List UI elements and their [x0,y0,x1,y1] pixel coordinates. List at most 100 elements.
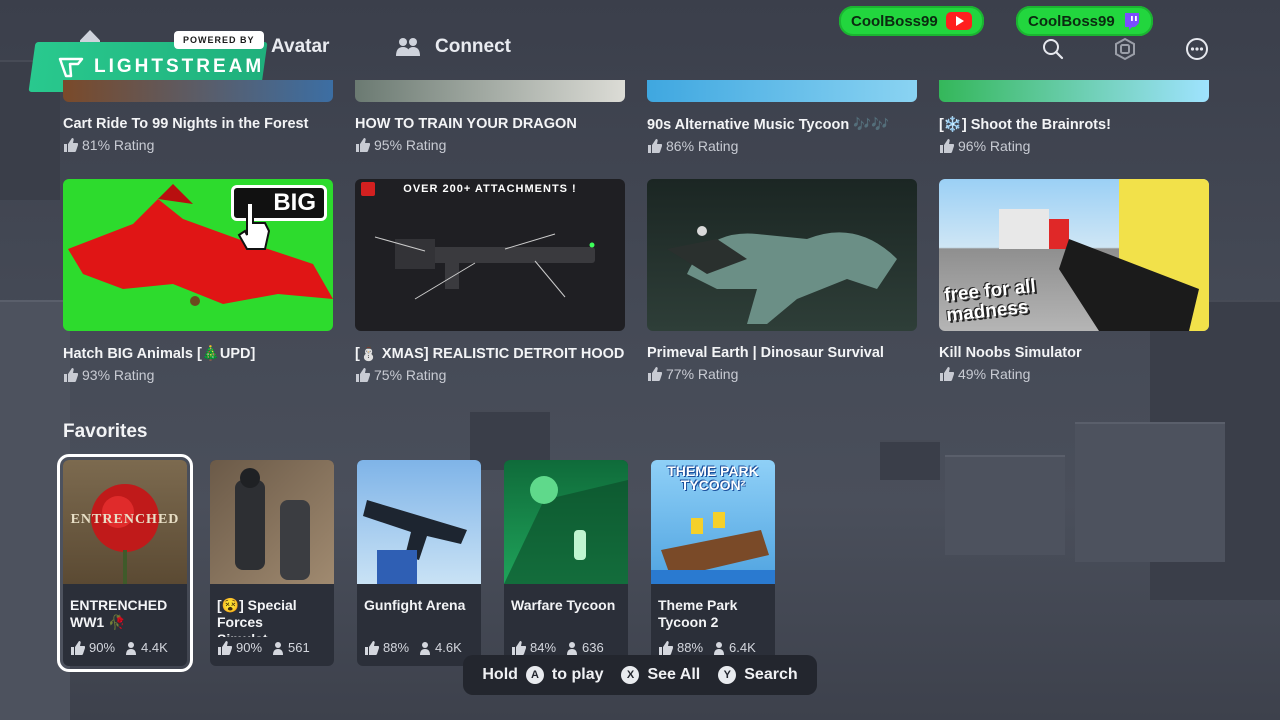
dinosaur-art [667,226,897,324]
rating-text: 86% Rating [666,138,739,154]
x-button-icon: X [621,666,640,684]
hint-see-all[interactable]: X See All [621,666,700,684]
game-card[interactable]: 90s Alternative Music Tycoon 🎶🎶 86% Rati… [647,102,917,154]
thumbs-up-icon [648,367,662,381]
game-thumbnail [647,179,917,331]
game-card[interactable]: OVER 200+ ATTACHMENTS ! [⛄ XMAS] REALIST… [355,179,625,383]
rating-text: 84% [530,640,557,655]
game-thumbnail[interactable] [939,80,1209,102]
game-card[interactable]: Cart Ride To 99 Nights in the Forest 81%… [63,102,333,153]
favorite-card[interactable]: THEME PARK TYCOON² Theme Park Tycoon 2 8… [651,460,775,666]
favorite-thumbnail: ENTRENCHED [63,460,187,584]
game-title: Hatch BIG Animals [🎄UPD] [63,346,256,362]
favorite-card[interactable]: Gunfight Arena 88% 4.6K [357,460,481,666]
thumbs-up-icon [356,368,370,382]
nav-avatar[interactable]: Avatar [271,36,329,58]
game-title: [❄️] Shoot the Brainrots! [939,117,1111,133]
game-rating: 81% Rating [63,137,333,153]
y-button-icon: Y [718,666,737,684]
favorite-name: [😵] Special Forces Simulat... [217,597,297,637]
game-thumbnail: free for all madness [939,179,1209,331]
game-thumbnail[interactable] [355,80,625,102]
pointer-hand-icon [237,202,271,250]
rating-text: 90% [89,640,116,655]
rating-text: 88% [677,640,704,655]
game-thumbnail[interactable] [647,80,917,102]
game-rating: 77% Rating [647,366,917,382]
rating-text: 88% [383,640,410,655]
badge-username: CoolBoss99 [851,12,938,30]
game-rating: 96% Rating [939,138,1209,154]
game-title: HOW TO TRAIN YOUR DRAGON [355,116,577,132]
rifle-art [374,233,595,300]
twitch-badge: CoolBoss99 [1016,6,1153,36]
players-icon [126,641,137,655]
favorite-thumbnail [504,460,628,584]
thumbs-up-icon [356,138,370,152]
lightstream-text: LIGHTSTREAM [94,56,265,77]
favorite-name: Theme Park Tycoon 2 [658,597,738,630]
thumbs-up-icon [71,640,85,655]
favorite-card[interactable]: [😵] Special Forces Simulat... 90% 561 [210,460,334,666]
hint-see-all-label: See All [647,666,701,683]
game-title: 90s Alternative Music Tycoon 🎶🎶 [647,117,890,133]
favorite-card[interactable]: ENTRENCHED ENTRENCHED WW1 🥀 90% 4.4K [57,454,193,672]
nav-connect[interactable]: Connect [395,36,511,58]
thumb-caption: OVER 200+ ATTACHMENTS ! [403,183,577,195]
game-rating: 49% Rating [939,366,1209,382]
game-card[interactable]: free for all madness Kill Noobs Simulato… [939,179,1209,382]
thumbs-up-icon [64,138,78,152]
hint-to-play-label: to play [551,666,604,683]
night-vision-art [504,476,628,584]
a-button-icon: A [525,666,544,684]
soldiers-art [235,468,310,580]
favorite-thumbnail: THEME PARK TYCOON² [651,460,775,584]
thumbs-up-icon [64,368,78,382]
favorite-stats: 90% 4.4K [63,637,187,658]
people-icon [396,38,420,56]
game-title: [⛄ XMAS] REALISTIC DETROIT HOOD ... [355,346,625,362]
favorite-thumbnail [210,460,334,584]
thumbs-up-icon [365,640,379,655]
game-rating: 75% Rating [355,367,625,383]
bg-block [880,440,940,480]
game-title: Cart Ride To 99 Nights in the Forest [63,116,309,132]
youtube-badge: CoolBoss99 [839,6,984,36]
robux-icon[interactable] [1113,37,1137,61]
thumb-caption: THEME PARK TYCOON² [667,463,759,493]
lightstream-icon [58,57,84,78]
game-card[interactable]: Primeval Earth | Dinosaur Survival 77% R… [647,179,917,382]
bg-block [0,300,70,720]
game-title: Kill Noobs Simulator [939,345,1082,361]
players-icon [567,641,578,655]
alert-icon [361,182,375,196]
game-rating: 93% Rating [63,367,333,383]
favorite-name: Gunfight Arena [364,597,466,613]
game-card[interactable]: BIG Hatch BIG Animals [🎄UPD] 93% Rating [63,179,333,383]
controller-hint-bar: Hold A to play X See All Y Search [463,655,817,695]
players-icon [714,641,725,655]
bg-block [1075,422,1225,562]
bg-block [945,455,1065,555]
more-icon[interactable] [1185,37,1209,61]
game-card[interactable]: HOW TO TRAIN YOUR DRAGON 95% Rating [355,102,625,153]
rating-text: 49% Rating [958,366,1031,382]
badge-username: CoolBoss99 [1028,12,1115,30]
hint-search[interactable]: Y Search [718,666,798,684]
hint-play: Hold A to play [482,666,603,684]
favorite-card[interactable]: Warfare Tycoon 84% 636 [504,460,628,666]
powered-by-label: POWERED BY [174,31,264,49]
game-thumbnail[interactable] [63,80,333,102]
game-thumbnail: OVER 200+ ATTACHMENTS ! [355,179,625,331]
rating-text: 93% Rating [82,367,155,383]
rating-text: 90% [236,640,263,655]
rating-text: 77% Rating [666,366,739,382]
rating-text: 81% Rating [82,137,155,153]
gun-art [363,500,467,584]
game-card[interactable]: [❄️] Shoot the Brainrots! 96% Rating [939,102,1209,154]
players-text: 4.4K [141,640,168,655]
search-icon[interactable] [1041,37,1065,61]
nav-avatar-label: Avatar [271,36,330,57]
favorite-name: Warfare Tycoon [511,597,616,613]
game-rating: 95% Rating [355,137,625,153]
